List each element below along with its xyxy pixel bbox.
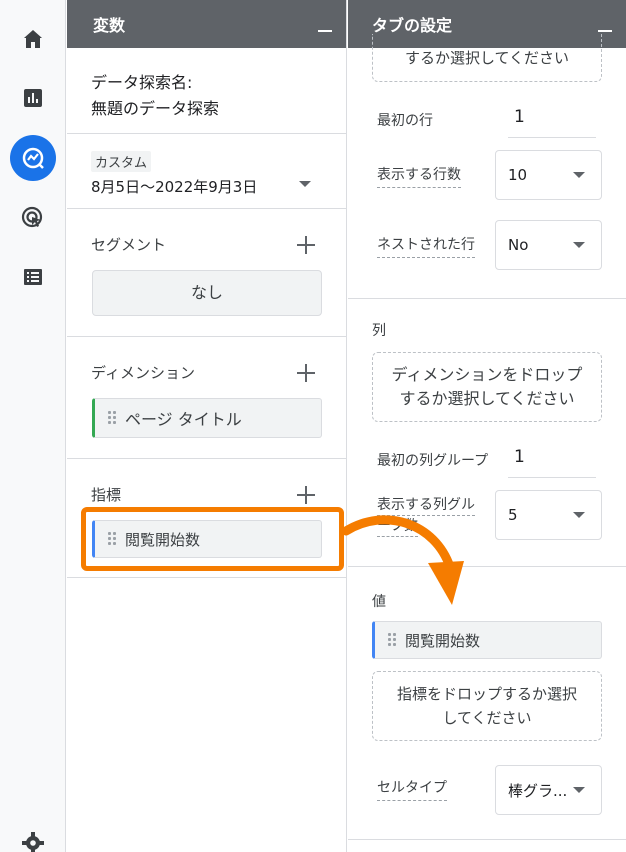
date-dropdown-caret-icon[interactable]	[299, 181, 311, 187]
tab-settings-panel: タブの設定 するか選択してください 最初の行 1 表示する行数 10 ネストされ…	[348, 0, 626, 852]
explore-nav-item[interactable]	[8, 133, 58, 183]
date-range: 8月5日〜2022年9月3日	[91, 178, 258, 196]
date-badge: カスタム	[91, 151, 152, 172]
add-dimension-icon[interactable]	[296, 363, 316, 383]
advertising-icon	[21, 206, 43, 228]
exploration-name[interactable]: データ探索名: 無題のデータ探索	[91, 70, 219, 122]
cell-type-value: 棒グラ...	[508, 781, 568, 800]
segments-label: セグメント	[91, 236, 167, 254]
columns-dropzone[interactable]: ディメンションをドロップ するか選択してください	[372, 352, 602, 422]
reports-icon	[24, 89, 42, 107]
values-dropzone-line1: 指標をドロップするか選択	[396, 685, 577, 703]
first-row-label: 最初の行	[377, 113, 433, 129]
first-col-group-label: 最初の列グループ	[377, 453, 489, 469]
explore-icon	[22, 147, 44, 169]
chevron-down-icon	[573, 242, 585, 248]
configure-icon	[24, 269, 42, 285]
minimize-tab-settings-button[interactable]	[598, 30, 612, 32]
segments-section: セグメント なし	[67, 208, 346, 336]
settings-icon	[22, 832, 44, 852]
col-groups-shown-select[interactable]: 5	[495, 490, 602, 540]
nested-rows-label: ネストされた行	[377, 235, 475, 258]
variables-panel: 変数 データ探索名: 無題のデータ探索 カスタム 8月5日〜2022年9月3日 …	[67, 0, 347, 852]
values-dropzone-line2: してください	[442, 709, 532, 727]
rows-shown-label: 表示する行数	[377, 165, 461, 188]
home-nav-item[interactable]	[8, 14, 58, 64]
dimensions-section: ディメンション ページ タイトル	[67, 336, 346, 458]
minimize-variables-button[interactable]	[318, 30, 332, 32]
dimension-chip-page-title[interactable]: ページ タイトル	[92, 398, 322, 438]
variables-header: 変数	[67, 0, 346, 48]
values-chip-entrances[interactable]: 閲覧開始数	[372, 621, 602, 659]
exploration-name-label: データ探索名:	[91, 73, 193, 92]
chevron-down-icon	[573, 512, 585, 518]
columns-label: 列	[372, 323, 386, 339]
tab-settings-title: タブの設定	[372, 16, 453, 35]
columns-dropzone-line1: ディメンションをドロップ	[391, 365, 583, 384]
add-metric-icon[interactable]	[296, 485, 316, 505]
date-range-section[interactable]: カスタム 8月5日〜2022年9月3日	[67, 133, 346, 209]
exploration-name-value: 無題のデータ探索	[91, 99, 220, 118]
nested-rows-select[interactable]: No	[495, 220, 602, 270]
segment-none[interactable]: なし	[92, 270, 322, 316]
cell-type-select[interactable]: 棒グラ...	[495, 765, 602, 815]
rows-shown-value: 10	[508, 166, 528, 184]
chevron-down-icon	[573, 787, 585, 793]
settings-nav-item[interactable]	[8, 818, 58, 852]
dimensions-label: ディメンション	[91, 364, 195, 382]
dimension-chip-label: ページ タイトル	[125, 410, 242, 429]
metrics-label: 指標	[91, 486, 122, 504]
drag-arrow-icon	[341, 515, 464, 605]
configure-nav-item[interactable]	[8, 252, 58, 302]
variables-title: 変数	[93, 16, 126, 35]
columns-dropzone-line2: するか選択してください	[399, 389, 575, 408]
col-groups-shown-value: 5	[508, 506, 518, 524]
cell-type-label: セルタイプ	[377, 778, 447, 801]
first-row-input[interactable]: 1	[508, 102, 596, 138]
drag-handle-icon[interactable]	[387, 632, 397, 648]
values-chip-label: 閲覧開始数	[405, 631, 481, 650]
first-col-group-input[interactable]: 1	[508, 442, 596, 478]
drag-handle-icon[interactable]	[107, 410, 117, 426]
nested-rows-value: No	[508, 236, 529, 254]
chevron-down-icon	[573, 172, 585, 178]
advertising-nav-item[interactable]	[8, 193, 58, 243]
values-dropzone[interactable]: 指標をドロップするか選択 してください	[372, 671, 602, 741]
highlight-box	[81, 507, 344, 571]
rows-dropzone[interactable]: するか選択してください	[372, 34, 602, 82]
left-nav	[0, 0, 66, 852]
rows-shown-select[interactable]: 10	[495, 150, 602, 200]
reports-nav-item[interactable]	[8, 73, 58, 123]
home-icon	[24, 30, 42, 48]
add-segment-icon[interactable]	[296, 235, 316, 255]
